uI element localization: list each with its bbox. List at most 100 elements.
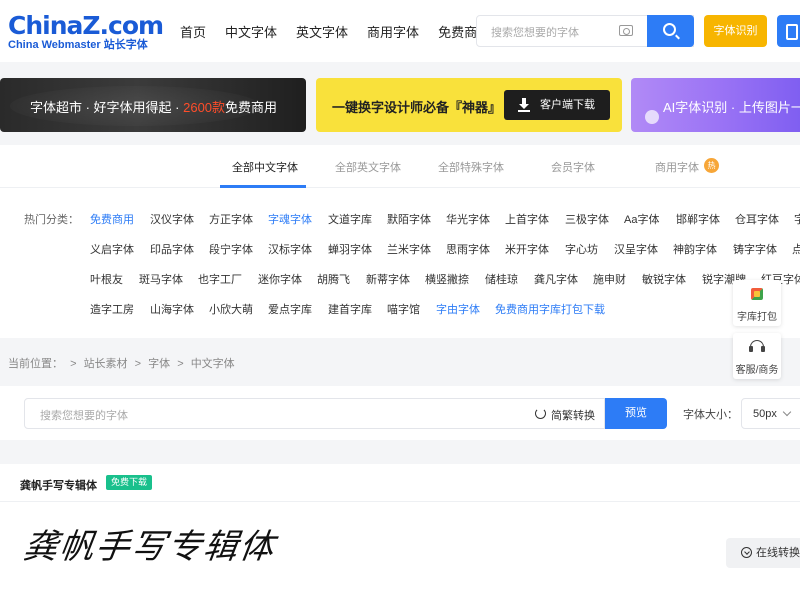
category-link[interactable]: 山海字体 <box>150 301 194 317</box>
breadcrumb-separator: > <box>177 358 184 370</box>
nav-commercial-fonts[interactable]: 商用字体 <box>367 22 419 41</box>
category-link[interactable]: 仓耳字体 <box>735 211 779 227</box>
category-link[interactable]: 思雨字体 <box>446 241 490 257</box>
client-download-button[interactable]: 客户端下载 <box>504 90 610 120</box>
nav-home[interactable]: 首页 <box>180 22 206 41</box>
category-link[interactable]: 小欣大萌 <box>209 301 253 317</box>
logo-subtitle: China Webmaster 站长字体 <box>8 39 148 51</box>
category-link[interactable]: 喵字馆 <box>387 301 420 317</box>
category-link[interactable]: 也字工厂 <box>198 271 242 287</box>
nav-chinese-fonts[interactable]: 中文字体 <box>225 22 277 41</box>
tab-member[interactable]: 会员字体 <box>551 159 595 175</box>
online-convert-button[interactable]: 在线转换 <box>726 538 800 568</box>
category-link[interactable]: 汉呈字体 <box>614 241 658 257</box>
font-pack-icon <box>751 288 763 300</box>
category-link[interactable]: 点 <box>792 241 800 257</box>
category-link[interactable]: 字由字体 <box>436 301 480 317</box>
category-link[interactable]: 邯郸字体 <box>676 211 720 227</box>
category-link[interactable]: 龚凡字体 <box>534 271 578 287</box>
refresh-icon <box>535 408 546 419</box>
category-link[interactable]: 横竖撇捺 <box>425 271 469 287</box>
category-link[interactable]: 义启字体 <box>90 241 134 257</box>
tab-all-english[interactable]: 全部英文字体 <box>335 159 401 175</box>
category-link[interactable]: 米开字体 <box>505 241 549 257</box>
category-link[interactable]: 字心坊 <box>565 241 598 257</box>
category-link[interactable]: 华光字体 <box>446 211 490 227</box>
category-link[interactable]: 兰米字体 <box>387 241 431 257</box>
convert-icon <box>741 547 752 558</box>
search-placeholder: 搜索您想要的字体 <box>491 27 579 39</box>
category-link[interactable]: 汉标字体 <box>268 241 312 257</box>
category-link[interactable]: 三极字体 <box>565 211 609 227</box>
category-link[interactable]: 造字工房 <box>90 301 134 317</box>
banner-client-download[interactable]: 一键换字设计师必备『神器』 客户端下载 <box>316 78 622 132</box>
breadcrumb-link[interactable]: 站长素材 <box>84 358 128 370</box>
banner-font-market[interactable]: 字体超市 · 好字体用得起 · 2600款免费商用 <box>0 78 306 132</box>
headset-icon <box>749 340 765 352</box>
breadcrumb: 当前位置： > 站长素材 > 字体 > 中文字体 <box>8 355 239 371</box>
category-link[interactable]: 迷你字体 <box>258 271 302 287</box>
category-link[interactable]: 建首字库 <box>328 301 372 317</box>
font-title[interactable]: 龚帆手写专辑体 <box>20 477 97 493</box>
breadcrumb-current[interactable]: 中文字体 <box>191 358 235 370</box>
tab-all-special[interactable]: 全部特殊字体 <box>438 159 504 175</box>
active-tab-indicator <box>220 185 306 188</box>
category-link[interactable]: 上首字体 <box>505 211 549 227</box>
banner-ai-identify[interactable]: AI字体识别 · 上传图片一 <box>631 78 800 132</box>
category-link[interactable]: 蝉羽字体 <box>328 241 372 257</box>
preview-toolbar: 搜索您想要的字体 简繁转换 预览 字体大小： 50px <box>0 386 800 440</box>
category-link[interactable]: 叶根友 <box>90 271 123 287</box>
font-identify-button[interactable]: 字体识别 <box>704 15 767 47</box>
font-pack-widget[interactable]: 字库打包 <box>733 280 781 326</box>
category-link[interactable]: 文道字库 <box>328 211 372 227</box>
category-link[interactable]: 印品字体 <box>150 241 194 257</box>
main-nav: 首页 中文字体 英文字体 商用字体 免费商用 <box>180 0 509 62</box>
banner-2-text: 一键换字设计师必备『神器』 <box>332 100 502 115</box>
customer-service-label: 客服/商务 <box>735 365 779 376</box>
tab-all-chinese[interactable]: 全部中文字体 <box>232 159 298 175</box>
category-link[interactable]: 方正字体 <box>209 211 253 227</box>
category-link[interactable]: 胡腾飞 <box>317 271 350 287</box>
category-link[interactable]: 汉仪字体 <box>150 211 194 227</box>
category-link[interactable]: Aa字体 <box>624 211 659 227</box>
simplified-traditional-convert[interactable]: 简繁转换 <box>535 407 595 423</box>
category-link[interactable]: 字 <box>794 211 800 227</box>
font-size-select[interactable]: 50px <box>741 398 800 429</box>
hot-badge: 热 <box>704 158 719 173</box>
font-pack-label: 字库打包 <box>737 312 777 323</box>
customer-service-widget[interactable]: 客服/商务 <box>733 333 781 379</box>
category-link[interactable]: 敏锐字体 <box>642 271 686 287</box>
category-link[interactable]: 免费商用 <box>90 211 134 227</box>
font-sample-text: 龚帆手写专辑体 <box>24 527 281 567</box>
preview-button[interactable]: 预览 <box>605 398 667 429</box>
category-panel: 全部中文字体 全部英文字体 全部特殊字体 会员字体 商用字体 热 热门分类： 免… <box>0 145 800 338</box>
site-logo[interactable]: ChinaZ.com China Webmaster 站长字体 <box>8 12 164 52</box>
category-link[interactable]: 铸字字体 <box>733 241 777 257</box>
tab-commercial[interactable]: 商用字体 <box>655 159 699 175</box>
category-link[interactable]: 神韵字体 <box>673 241 717 257</box>
font-size-value: 50px <box>753 408 777 420</box>
font-sample-preview[interactable]: 龚帆手写专辑体 <box>24 516 334 574</box>
breadcrumb-separator: > <box>70 358 77 370</box>
search-icon <box>663 23 676 36</box>
category-link[interactable]: 施申财 <box>593 271 626 287</box>
category-link[interactable]: 斑马字体 <box>139 271 183 287</box>
category-link[interactable]: 字魂字体 <box>268 211 312 227</box>
category-link[interactable]: 储桂琼 <box>485 271 518 287</box>
header-search-button[interactable] <box>647 15 694 47</box>
page: ChinaZ.com China Webmaster 站长字体 首页 中文字体 … <box>0 0 800 600</box>
category-link[interactable]: 段宁字体 <box>209 241 253 257</box>
category-link[interactable]: 爱点字库 <box>268 301 312 317</box>
preview-text-input[interactable]: 搜索您想要的字体 简繁转换 <box>24 398 605 429</box>
breadcrumb-link[interactable]: 字体 <box>148 358 170 370</box>
category-link[interactable]: 默陌字体 <box>387 211 431 227</box>
breadcrumb-prefix: 当前位置： <box>8 358 63 370</box>
category-link[interactable]: 新蒂字体 <box>366 271 410 287</box>
banner-3-text: AI字体识别 · 上传图片一 <box>663 100 800 115</box>
mobile-icon[interactable] <box>777 15 800 47</box>
free-download-badge[interactable]: 免费下载 <box>106 475 153 490</box>
free-pack-download-link[interactable]: 免费商用字库打包下载 <box>495 301 605 317</box>
nav-english-fonts[interactable]: 英文字体 <box>296 22 348 41</box>
font-size-label: 字体大小： <box>683 409 738 421</box>
camera-icon[interactable] <box>619 25 633 36</box>
